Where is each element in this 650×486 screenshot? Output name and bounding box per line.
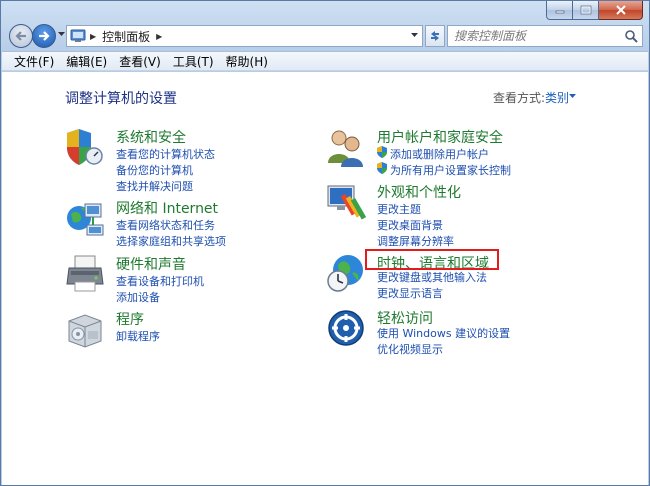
link-add-remove-accounts[interactable]: 添加或删除用户帐户 bbox=[390, 146, 489, 162]
link-homegroup-sharing[interactable]: 选择家庭组和共享选项 bbox=[116, 233, 226, 249]
close-button[interactable] bbox=[599, 1, 643, 20]
link-backup-computer[interactable]: 备份您的计算机 bbox=[116, 162, 193, 178]
menu-view[interactable]: 查看(V) bbox=[113, 53, 167, 70]
menu-edit[interactable]: 编辑(E) bbox=[60, 53, 113, 70]
users-icon bbox=[328, 130, 363, 167]
forward-arrow-icon bbox=[39, 31, 50, 41]
caption-buttons bbox=[546, 1, 643, 20]
link-add-device[interactable]: 添加设备 bbox=[116, 289, 160, 305]
highlight-box bbox=[365, 249, 499, 270]
view-by-label: 查看方式: bbox=[493, 91, 546, 105]
control-panel-window: ▶ 控制面板 ▶ 文件(F) 编辑(E) 查看(V) 工具(T) 帮助(H) bbox=[0, 0, 650, 486]
maximize-button[interactable] bbox=[573, 1, 599, 20]
link-change-display-language[interactable]: 更改显示语言 bbox=[377, 285, 443, 301]
breadcrumb-expand-icon[interactable]: ▶ bbox=[156, 32, 162, 41]
search-icon[interactable] bbox=[624, 29, 638, 43]
view-by-chevron-down-icon[interactable] bbox=[569, 94, 576, 99]
recent-pages-dropdown-icon[interactable] bbox=[58, 32, 65, 37]
back-arrow-icon bbox=[15, 31, 26, 41]
maximize-icon bbox=[580, 5, 591, 15]
network-globe-icon bbox=[67, 203, 104, 236]
globe-clock-icon bbox=[327, 255, 363, 292]
back-button[interactable] bbox=[9, 24, 33, 48]
link-find-fix-problems[interactable]: 查找并解决问题 bbox=[116, 178, 193, 194]
link-adjust-resolution[interactable]: 调整屏幕分辨率 bbox=[377, 233, 454, 249]
category-hardware-sound-title[interactable]: 硬件和声音 bbox=[116, 254, 186, 274]
breadcrumb-control-panel[interactable]: 控制面板 bbox=[102, 28, 150, 45]
ease-of-access-icon bbox=[328, 310, 364, 346]
printer-icon bbox=[66, 255, 104, 292]
link-view-network-status[interactable]: 查看网络状态和任务 bbox=[116, 217, 215, 233]
minimize-button[interactable] bbox=[546, 1, 573, 20]
menu-tools[interactable]: 工具(T) bbox=[167, 53, 220, 70]
refresh-icon bbox=[431, 31, 439, 41]
link-view-computer-status[interactable]: 查看您的计算机状态 bbox=[116, 146, 215, 162]
link-optimize-visual-display[interactable]: 优化视频显示 bbox=[377, 341, 443, 357]
forward-button[interactable] bbox=[32, 24, 56, 48]
menu-bar: 文件(F) 编辑(E) 查看(V) 工具(T) 帮助(H) bbox=[2, 51, 648, 71]
category-network-internet-title[interactable]: 网络和 Internet bbox=[116, 198, 218, 218]
link-devices-printers[interactable]: 查看设备和打印机 bbox=[116, 273, 204, 289]
page-title: 调整计算机的设置 bbox=[65, 91, 177, 107]
category-programs-title[interactable]: 程序 bbox=[116, 309, 144, 329]
security-shield-icon bbox=[67, 129, 103, 165]
control-panel-icon bbox=[70, 29, 86, 42]
category-user-accounts-title[interactable]: 用户帐户和家庭安全 bbox=[377, 127, 503, 147]
link-change-desktop-background[interactable]: 更改桌面背景 bbox=[377, 217, 443, 233]
link-parental-controls[interactable]: 为所有用户设置家长控制 bbox=[390, 162, 511, 178]
uac-shield-icon bbox=[377, 146, 387, 158]
minimize-icon bbox=[555, 10, 564, 14]
appearance-monitor-icon bbox=[327, 185, 366, 220]
refresh-button[interactable] bbox=[425, 25, 445, 47]
link-change-theme[interactable]: 更改主题 bbox=[377, 201, 421, 217]
link-uninstall-program[interactable]: 卸载程序 bbox=[116, 328, 160, 344]
address-dropdown-icon[interactable] bbox=[411, 33, 418, 38]
address-row: ▶ 控制面板 ▶ bbox=[1, 23, 649, 49]
view-by-dropdown[interactable]: 类别 bbox=[545, 89, 569, 106]
search-input[interactable] bbox=[448, 26, 618, 46]
menu-file[interactable]: 文件(F) bbox=[8, 53, 60, 70]
link-windows-recommended-settings[interactable]: 使用 Windows 建议的设置 bbox=[377, 325, 510, 341]
link-change-keyboard[interactable]: 更改键盘或其他输入法 bbox=[377, 269, 487, 285]
content-area: 调整计算机的设置 查看方式: 类别 系统和安全 查看您的计算机状态 备份您的计算… bbox=[2, 72, 648, 485]
close-icon bbox=[615, 5, 626, 15]
address-bar[interactable]: ▶ 控制面板 ▶ bbox=[66, 25, 423, 47]
programs-box-icon bbox=[68, 314, 102, 348]
category-appearance-title[interactable]: 外观和个性化 bbox=[377, 182, 461, 202]
uac-shield-icon bbox=[377, 162, 387, 174]
menu-help[interactable]: 帮助(H) bbox=[220, 53, 274, 70]
breadcrumb-separator-icon: ▶ bbox=[90, 31, 97, 41]
search-box[interactable] bbox=[447, 25, 643, 47]
category-system-security-title[interactable]: 系统和安全 bbox=[116, 127, 186, 147]
